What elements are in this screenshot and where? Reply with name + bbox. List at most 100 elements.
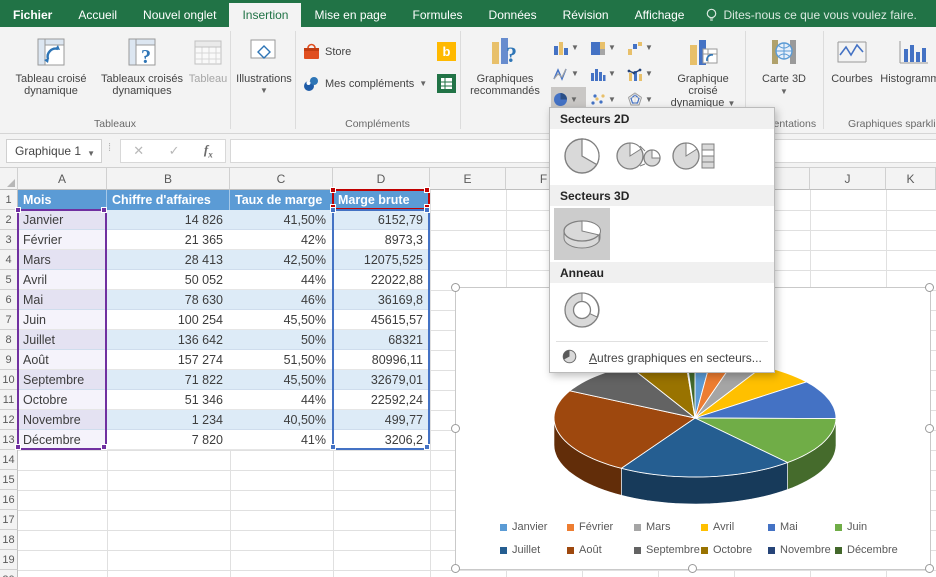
table-cell[interactable]: Août (18, 350, 107, 370)
select-all-button[interactable] (0, 168, 18, 190)
row-header-9[interactable]: 9 (0, 350, 18, 370)
legend-item[interactable]: Octobre (701, 544, 752, 556)
row-header-18[interactable]: 18 (0, 530, 18, 550)
row-header-10[interactable]: 10 (0, 370, 18, 390)
table-cell[interactable]: Février (18, 230, 107, 250)
table-cell[interactable]: Juillet (18, 330, 107, 350)
table-cell[interactable]: 12075,525 (333, 250, 430, 270)
table-cell[interactable]: Octobre (18, 390, 107, 410)
table-button[interactable]: Tableau (186, 31, 230, 117)
table-header-cell[interactable]: Mois (18, 190, 107, 210)
ribbon-tab-insertion[interactable]: Insertion (229, 3, 301, 27)
row-header-19[interactable]: 19 (0, 550, 18, 570)
insert-waterfall-chart-button[interactable]: ▼ (625, 35, 660, 60)
row-header-6[interactable]: 6 (0, 290, 18, 310)
table-cell[interactable]: 8973,3 (333, 230, 430, 250)
legend-item[interactable]: Décembre (835, 544, 898, 556)
row-header-7[interactable]: 7 (0, 310, 18, 330)
pivot-table-button[interactable]: Tableau croisé dynamique (4, 31, 98, 117)
cancel-entry-icon[interactable]: ✕ (133, 143, 144, 159)
table-cell[interactable]: 499,77 (333, 410, 430, 430)
table-cell[interactable]: 68321 (333, 330, 430, 350)
sparkline-line-button[interactable]: Courbes (828, 31, 876, 117)
chart-resize-handle[interactable] (451, 564, 460, 573)
pivot-chart-button[interactable]: Graphique croisé dynamique ▼ (663, 31, 743, 117)
row-header-20[interactable]: 20 (0, 570, 18, 577)
column-header-C[interactable]: C (230, 168, 333, 190)
table-cell[interactable]: 14 826 (107, 210, 230, 230)
insert-function-icon[interactable]: fx (204, 142, 213, 160)
chart-resize-handle[interactable] (925, 564, 934, 573)
ribbon-tab-nouvel-onglet[interactable]: Nouvel onglet (130, 3, 229, 27)
table-cell[interactable]: 36169,8 (333, 290, 430, 310)
table-cell[interactable]: 46% (230, 290, 333, 310)
table-cell[interactable]: 7 820 (107, 430, 230, 450)
column-header-J[interactable]: J (810, 168, 886, 190)
row-header-15[interactable]: 15 (0, 470, 18, 490)
row-header-8[interactable]: 8 (0, 330, 18, 350)
table-cell[interactable]: Janvier (18, 210, 107, 230)
pie-2d-option[interactable] (554, 131, 610, 183)
ribbon-tab-mise-en-page[interactable]: Mise en page (301, 3, 399, 27)
table-cell[interactable]: 22022,88 (333, 270, 430, 290)
legend-item[interactable]: Août (567, 544, 602, 556)
table-cell[interactable]: 71 822 (107, 370, 230, 390)
chart-resize-handle[interactable] (451, 424, 460, 433)
column-header-A[interactable]: A (18, 168, 107, 190)
row-header-13[interactable]: 13 (0, 430, 18, 450)
table-cell[interactable]: 45615,57 (333, 310, 430, 330)
table-cell[interactable]: Mai (18, 290, 107, 310)
column-header-D[interactable]: D (333, 168, 430, 190)
table-header-cell[interactable]: Chiffre d'affaires (107, 190, 230, 210)
row-header-11[interactable]: 11 (0, 390, 18, 410)
table-cell[interactable]: 42% (230, 230, 333, 250)
table-cell[interactable]: 28 413 (107, 250, 230, 270)
addin-sheet-icon[interactable] (437, 74, 456, 93)
row-header-5[interactable]: 5 (0, 270, 18, 290)
table-cell[interactable]: Avril (18, 270, 107, 290)
table-cell[interactable]: 51,50% (230, 350, 333, 370)
chart-resize-handle[interactable] (925, 424, 934, 433)
legend-item[interactable]: Février (567, 521, 613, 533)
ribbon-tab-accueil[interactable]: Accueil (65, 3, 130, 27)
table-cell[interactable]: 100 254 (107, 310, 230, 330)
ribbon-tab-révision[interactable]: Révision (550, 3, 622, 27)
table-cell[interactable]: 50 052 (107, 270, 230, 290)
bing-icon[interactable]: b (437, 42, 456, 61)
insert-statistic-chart-button[interactable]: ▼ (588, 61, 623, 86)
ribbon-tab-affichage[interactable]: Affichage (622, 3, 698, 27)
ribbon-tab-données[interactable]: Données (476, 3, 550, 27)
legend-item[interactable]: Juillet (500, 544, 540, 556)
table-cell[interactable]: 157 274 (107, 350, 230, 370)
my-addins-button[interactable]: Mes compléments ▼ (303, 75, 427, 92)
table-cell[interactable]: 42,50% (230, 250, 333, 270)
column-header-K[interactable]: K (886, 168, 936, 190)
row-header-12[interactable]: 12 (0, 410, 18, 430)
table-cell[interactable]: 1 234 (107, 410, 230, 430)
table-cell[interactable]: 50% (230, 330, 333, 350)
table-cell[interactable]: Septembre (18, 370, 107, 390)
bar-of-pie-option[interactable] (666, 131, 722, 183)
chart-resize-handle[interactable] (688, 564, 697, 573)
table-cell[interactable]: 44% (230, 390, 333, 410)
doughnut-option[interactable] (554, 285, 610, 337)
confirm-entry-icon[interactable]: ✓ (169, 143, 180, 159)
column-header-E[interactable]: E (430, 168, 506, 190)
legend-item[interactable]: Septembre (634, 544, 700, 556)
formula-bar-splitter[interactable]: ⁞ (108, 142, 111, 154)
table-cell[interactable]: 22592,24 (333, 390, 430, 410)
map-3d-button[interactable]: Carte 3D▼ (752, 31, 816, 117)
ribbon-tab-fichier[interactable]: Fichier (0, 3, 65, 27)
table-header-cell[interactable]: Marge brute (333, 190, 430, 210)
table-cell[interactable]: 44% (230, 270, 333, 290)
chart-resize-handle[interactable] (451, 283, 460, 292)
row-header-14[interactable]: 14 (0, 450, 18, 470)
table-cell[interactable]: 45,50% (230, 310, 333, 330)
table-cell[interactable]: 51 346 (107, 390, 230, 410)
recommended-charts-button[interactable]: ? Graphiques recommandés (463, 31, 547, 117)
table-cell[interactable]: 45,50% (230, 370, 333, 390)
table-cell[interactable]: 78 630 (107, 290, 230, 310)
name-box[interactable]: Graphique 1 ▼ (6, 139, 102, 163)
table-cell[interactable]: 40,50% (230, 410, 333, 430)
ribbon-tab-formules[interactable]: Formules (400, 3, 476, 27)
